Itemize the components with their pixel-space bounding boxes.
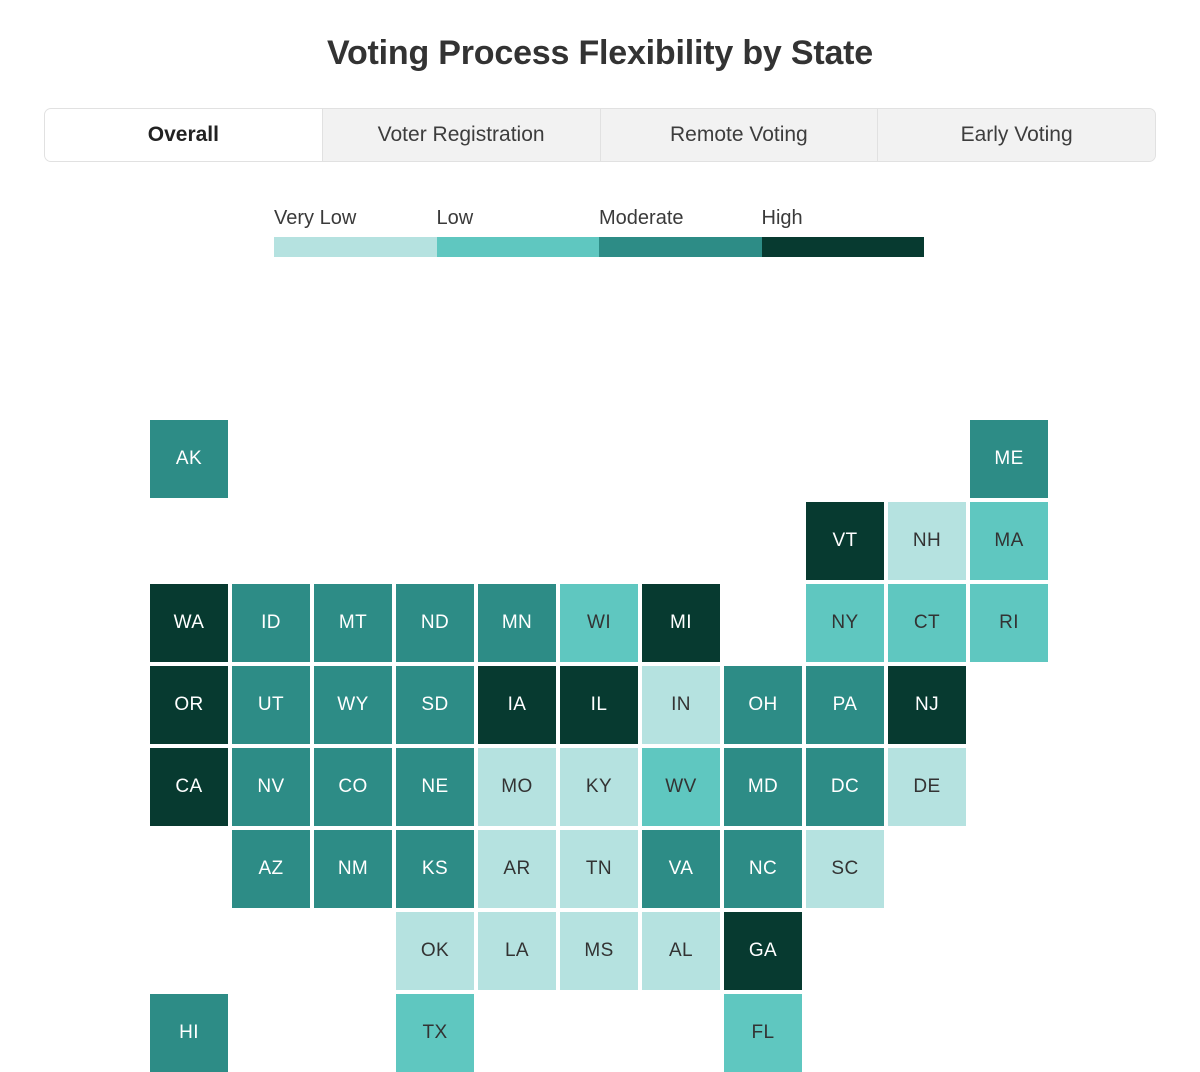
legend: Very Low Low Moderate High bbox=[274, 207, 924, 257]
state-cell-sd[interactable]: SD bbox=[396, 666, 474, 744]
state-cell-id[interactable]: ID bbox=[232, 584, 310, 662]
state-cell-ks[interactable]: KS bbox=[396, 830, 474, 908]
state-cell-mo[interactable]: MO bbox=[478, 748, 556, 826]
state-cell-ct[interactable]: CT bbox=[888, 584, 966, 662]
state-cell-tn[interactable]: TN bbox=[560, 830, 638, 908]
state-cell-nc[interactable]: NC bbox=[724, 830, 802, 908]
state-cell-fl[interactable]: FL bbox=[724, 994, 802, 1072]
state-cell-mn[interactable]: MN bbox=[478, 584, 556, 662]
state-cell-ky[interactable]: KY bbox=[560, 748, 638, 826]
state-cell-va[interactable]: VA bbox=[642, 830, 720, 908]
state-cell-ca[interactable]: CA bbox=[150, 748, 228, 826]
legend-labels: Very Low Low Moderate High bbox=[274, 207, 924, 237]
legend-swatch-high bbox=[761, 237, 924, 257]
state-cell-tx[interactable]: TX bbox=[396, 994, 474, 1072]
state-cell-wi[interactable]: WI bbox=[560, 584, 638, 662]
state-cell-vt[interactable]: VT bbox=[806, 502, 884, 580]
cartogram-chart: Very Low Low Moderate High AK ME VT NH MA WA ID MT… bbox=[0, 206, 1200, 1072]
state-cell-nv[interactable]: NV bbox=[232, 748, 310, 826]
legend-swatch-low bbox=[436, 237, 599, 257]
state-cell-il[interactable]: IL bbox=[560, 666, 638, 744]
tab-bar: Overall Voter Registration Remote Voting Ea… bbox=[44, 108, 1156, 162]
state-cell-ak[interactable]: AK bbox=[150, 420, 228, 498]
state-cell-nj[interactable]: NJ bbox=[888, 666, 966, 744]
legend-label-low: Low bbox=[436, 207, 474, 229]
state-cell-co[interactable]: CO bbox=[314, 748, 392, 826]
state-cell-in[interactable]: IN bbox=[642, 666, 720, 744]
state-cell-mt[interactable]: MT bbox=[314, 584, 392, 662]
legend-label-very-low: Very Low bbox=[274, 207, 357, 229]
state-cell-dc[interactable]: DC bbox=[806, 748, 884, 826]
state-cell-ms[interactable]: MS bbox=[560, 912, 638, 990]
state-cell-al[interactable]: AL bbox=[642, 912, 720, 990]
legend-swatch-very-low bbox=[274, 237, 437, 257]
tab-overall[interactable]: Overall bbox=[45, 109, 323, 161]
state-cell-nd[interactable]: ND bbox=[396, 584, 474, 662]
state-cell-wa[interactable]: WA bbox=[150, 584, 228, 662]
state-cell-ri[interactable]: RI bbox=[970, 584, 1048, 662]
state-cell-az[interactable]: AZ bbox=[232, 830, 310, 908]
state-cell-wy[interactable]: WY bbox=[314, 666, 392, 744]
legend-swatch-moderate bbox=[599, 237, 762, 257]
state-cell-nh[interactable]: NH bbox=[888, 502, 966, 580]
state-cell-sc[interactable]: SC bbox=[806, 830, 884, 908]
state-cell-ma[interactable]: MA bbox=[970, 502, 1048, 580]
state-cell-ia[interactable]: IA bbox=[478, 666, 556, 744]
state-cell-ok[interactable]: OK bbox=[396, 912, 474, 990]
state-cell-mi[interactable]: MI bbox=[642, 584, 720, 662]
state-cell-ga[interactable]: GA bbox=[724, 912, 802, 990]
state-cell-or[interactable]: OR bbox=[150, 666, 228, 744]
state-cell-ar[interactable]: AR bbox=[478, 830, 556, 908]
state-cell-ut[interactable]: UT bbox=[232, 666, 310, 744]
state-cell-hi[interactable]: HI bbox=[150, 994, 228, 1072]
state-cell-la[interactable]: LA bbox=[478, 912, 556, 990]
legend-label-moderate: Moderate bbox=[599, 207, 684, 229]
state-cell-de[interactable]: DE bbox=[888, 748, 966, 826]
tab-voter-registration[interactable]: Voter Registration bbox=[322, 109, 601, 161]
state-cell-nm[interactable]: NM bbox=[314, 830, 392, 908]
page-title: Voting Process Flexibility by State bbox=[327, 34, 873, 72]
state-cell-oh[interactable]: OH bbox=[724, 666, 802, 744]
state-cell-me[interactable]: ME bbox=[970, 420, 1048, 498]
state-cell-wv[interactable]: WV bbox=[642, 748, 720, 826]
state-cell-md[interactable]: MD bbox=[724, 748, 802, 826]
state-cell-ny[interactable]: NY bbox=[806, 584, 884, 662]
tab-early-voting[interactable]: Early Voting bbox=[878, 109, 1155, 161]
tab-remote-voting[interactable]: Remote Voting bbox=[600, 109, 879, 161]
state-cell-ne[interactable]: NE bbox=[396, 748, 474, 826]
state-cell-pa[interactable]: PA bbox=[806, 666, 884, 744]
legend-color-bar bbox=[274, 237, 924, 257]
legend-label-high: High bbox=[761, 207, 803, 229]
